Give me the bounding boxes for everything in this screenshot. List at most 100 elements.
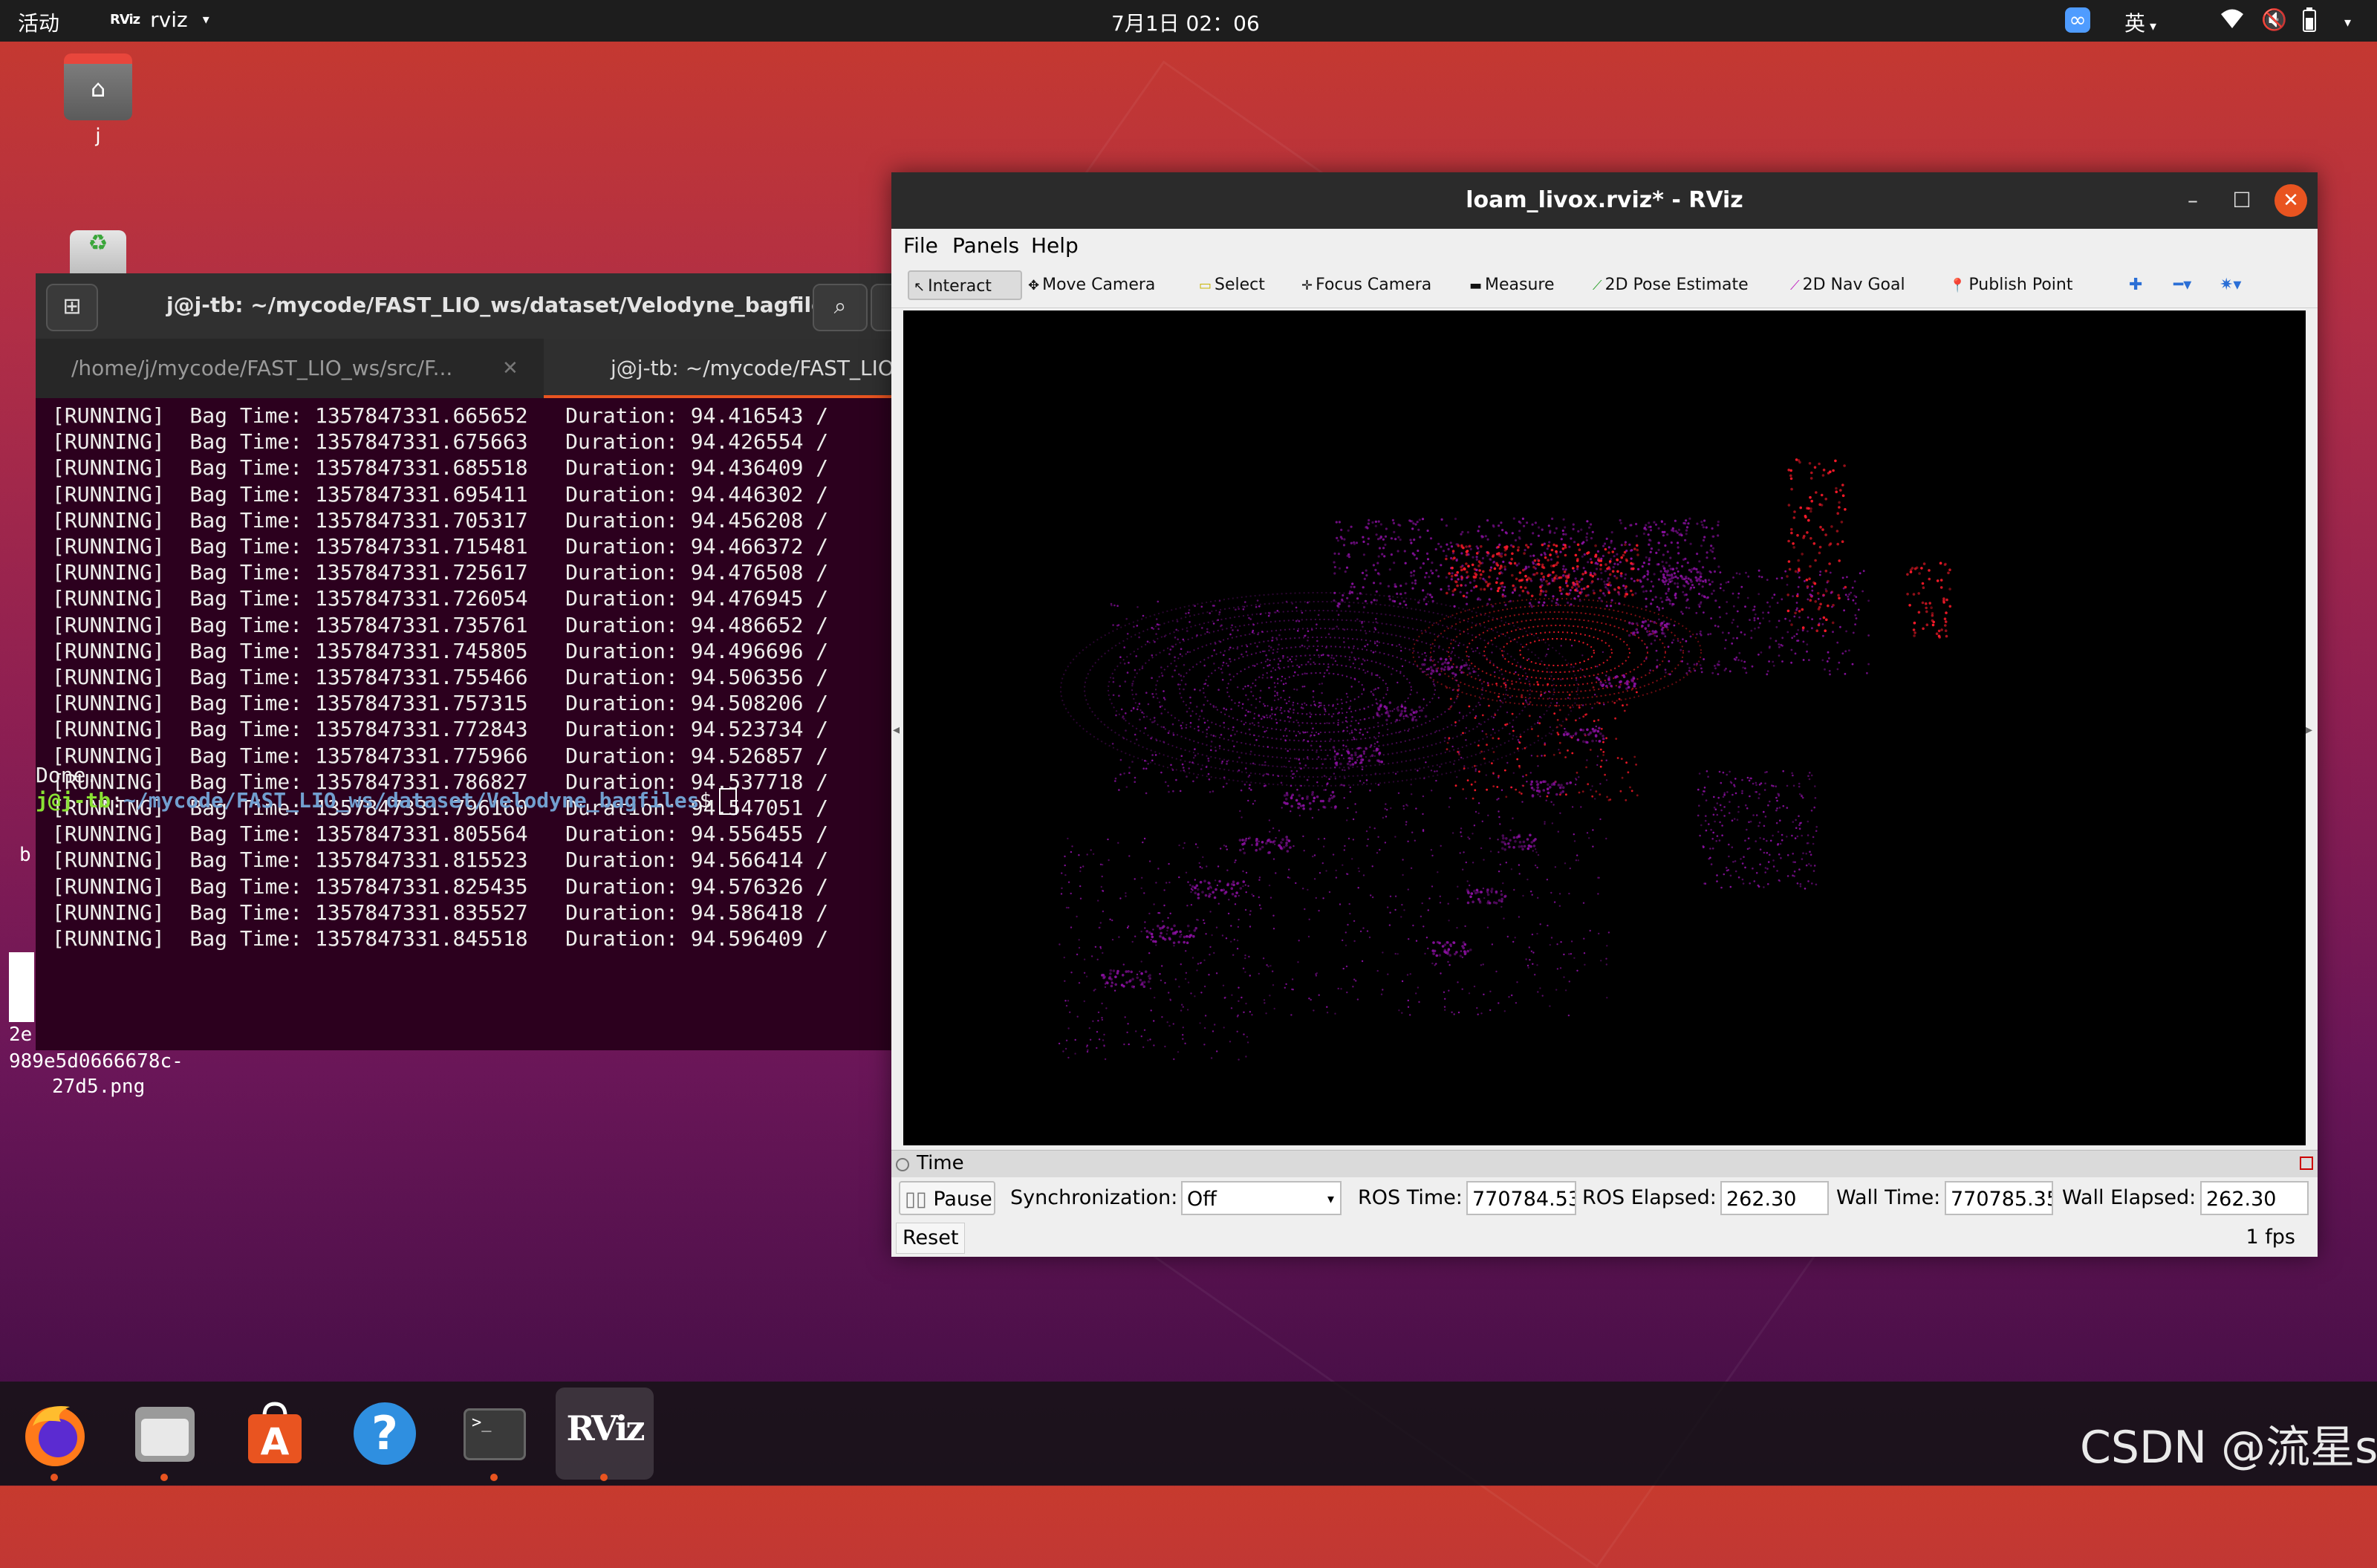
menu-file[interactable]: File [903,233,938,258]
terminal-line: [RUNNING] Bag Time: 1357847331.835527 Du… [52,900,829,925]
time-panel-title: Time [917,1152,964,1174]
map-pin-icon: 📍 [1949,278,1966,293]
app-menu[interactable]: RViz rviz ▾ [110,7,209,32]
ros-time-field[interactable]: 770784.53 [1466,1181,1576,1215]
terminal-line: [RUNNING] Bag Time: 1357847331.745805 Du… [52,638,829,663]
running-indicator [490,1474,498,1481]
3d-viewport[interactable] [903,310,2306,1145]
tool-publish-point[interactable]: 📍 Publish Point [1949,270,2072,300]
terminal-tab-active[interactable]: j@j-tb: ~/mycode/FAST_LIO_ws [544,339,891,398]
tool-interact[interactable]: ↖ Interact [908,270,1022,300]
panel-float-icon[interactable] [896,1158,909,1171]
terminal-headerbar[interactable]: ⊞ j@j-tb: ~/mycode/FAST_LIO_ws/dataset/V… [36,273,894,339]
wall-time-field[interactable]: 770785.35 [1945,1181,2053,1215]
tool-properties-button[interactable]: ✷▾ [2220,270,2241,300]
maximize-button[interactable]: ☐ [2225,184,2258,217]
move-icon: ✥ [1028,278,1040,293]
minus-icon: ━▾ [2173,276,2192,294]
minimize-button[interactable]: – [2176,184,2209,217]
close-tab-icon[interactable]: ✕ [502,339,518,398]
terminal-line: [RUNNING] Bag Time: 1357847331.725617 Du… [52,560,829,585]
tool-measure[interactable]: ▬ Measure [1469,270,1555,300]
terminal-tab[interactable]: /home/j/mycode/FAST_LIO_ws/src/F... ✕ [36,339,541,398]
tool-label: Interact [928,277,992,296]
software-launcher[interactable]: A [238,1396,312,1471]
tool-move-camera[interactable]: ✥ Move Camera [1028,270,1155,300]
prompt-path: ~/mycode/FAST_LIO_ws/dataset/Velodyne_ba… [123,788,700,813]
language-indicator[interactable]: 英 ▾ [2124,7,2156,37]
home-folder-desktop-icon[interactable]: ⌂ j [64,53,132,147]
app-name: rviz [150,7,188,32]
dock: A ? >_ RViz [0,1382,2377,1486]
plus-icon: ✚ [2129,276,2143,294]
clock[interactable]: 7月1日 02：06 [1111,7,1260,37]
right-dock-handle-icon[interactable]: ▸ [2306,722,2312,738]
time-panel-header: Time [891,1150,2318,1177]
rviz-launcher-active[interactable]: RViz [556,1388,654,1480]
left-dock-handle-icon[interactable]: ◂ [893,722,900,738]
terminal-icon: >_ [464,1408,526,1460]
new-tab-button[interactable]: ⊞ [46,284,98,331]
remove-tool-button[interactable]: ━▾ [2173,270,2191,300]
time-panel: ▯▯ Pause Synchronization: Off ▾ ROS Time:… [891,1178,2318,1220]
terminal-output[interactable]: [RUNNING] Bag Time: 1357847331.665652 Du… [36,398,891,1050]
close-icon: ✕ [2283,189,2299,212]
language-label: 英 [2124,11,2146,36]
rviz-window[interactable]: loam_livox.rviz* - RViz – ☐ ✕ File Panel… [891,172,2318,1257]
select-icon: ▭ [1199,278,1212,293]
power-menu-caret[interactable]: ▾ [2340,7,2351,32]
tool-label: Measure [1485,276,1555,294]
wall-elapsed-field[interactable]: 262.30 [2200,1181,2309,1215]
terminal-tab-bar: /home/j/mycode/FAST_LIO_ws/src/F... ✕ j@… [36,339,891,398]
terminal-window[interactable]: ⊞ j@j-tb: ~/mycode/FAST_LIO_ws/dataset/V… [36,273,894,1050]
svg-text:A: A [261,1420,290,1463]
firefox-launcher[interactable] [18,1396,92,1471]
tool-select[interactable]: ▭ Select [1199,270,1265,300]
menu-help[interactable]: Help [1031,233,1079,258]
rviz-titlebar[interactable]: loam_livox.rviz* - RViz – ☐ ✕ [891,172,2318,229]
close-button[interactable]: ✕ [2274,184,2307,217]
green-arrow-icon: ⟋ [1593,278,1602,293]
tool-focus-camera[interactable]: ✛ Focus Camera [1301,270,1431,300]
prompt-symbol: $ [699,788,712,813]
chevron-down-icon: ▾ [2344,15,2352,30]
activities-button[interactable]: 活动 [18,7,59,37]
prompt-separator: : [111,788,124,813]
tool-2d-nav-goal[interactable]: ⟋ 2D Nav Goal [1790,270,1905,300]
terminal-launcher[interactable]: >_ [458,1396,532,1471]
tool-2d-pose-estimate[interactable]: ⟋ 2D Pose Estimate [1593,270,1749,300]
ros-elapsed-field[interactable]: 262.30 [1720,1181,1829,1215]
panel-close-icon[interactable] [2300,1157,2313,1170]
chevron-down-icon: ▾ [2150,19,2157,34]
running-indicator [51,1474,58,1481]
trash-desktop-icon[interactable]: ♻ [70,230,126,275]
desktop-icon-label: j [95,125,101,147]
reset-button[interactable]: Reset [896,1223,966,1254]
pause-label: Pause [933,1188,992,1211]
files-launcher[interactable] [128,1396,202,1471]
cursor-icon: ↖ [914,279,926,295]
terminal-line: [RUNNING] Bag Time: 1357847331.805564 Du… [52,822,829,847]
help-launcher[interactable]: ? [348,1396,422,1471]
synchronization-select[interactable]: Off ▾ [1181,1181,1342,1215]
terminal-line: [RUNNING] Bag Time: 1357847331.715481 Du… [52,534,829,559]
shell-prompt: j@j-tb:~/mycode/FAST_LIO_ws/dataset/Velo… [36,787,738,815]
wall-time-label: Wall Time: [1836,1186,1941,1209]
ruler-icon: ▬ [1469,278,1483,293]
search-icon: ⌕ [833,293,847,319]
battery-icon[interactable] [2300,7,2319,38]
search-button[interactable]: ⌕ [813,284,868,331]
pause-button[interactable]: ▯▯ Pause [899,1181,995,1215]
menu-panels[interactable]: Panels [952,233,1019,258]
wifi-icon[interactable] [2220,7,2245,35]
tool-label: 2D Nav Goal [1802,276,1905,294]
input-method-icon[interactable]: ∞ [2065,7,2090,33]
volume-muted-icon[interactable]: 🔇 [2261,7,2287,32]
minimize-icon: – [2188,188,2198,212]
tool-label: Publish Point [1968,276,2073,294]
add-tool-button[interactable]: ✚ [2129,270,2142,300]
terminal-line: [RUNNING] Bag Time: 1357847331.757315 Du… [52,691,829,716]
files-icon [135,1407,195,1462]
window-title: loam_livox.rviz* - RViz [1466,187,1743,213]
desktop-file-thumbnail[interactable] [9,952,34,1022]
